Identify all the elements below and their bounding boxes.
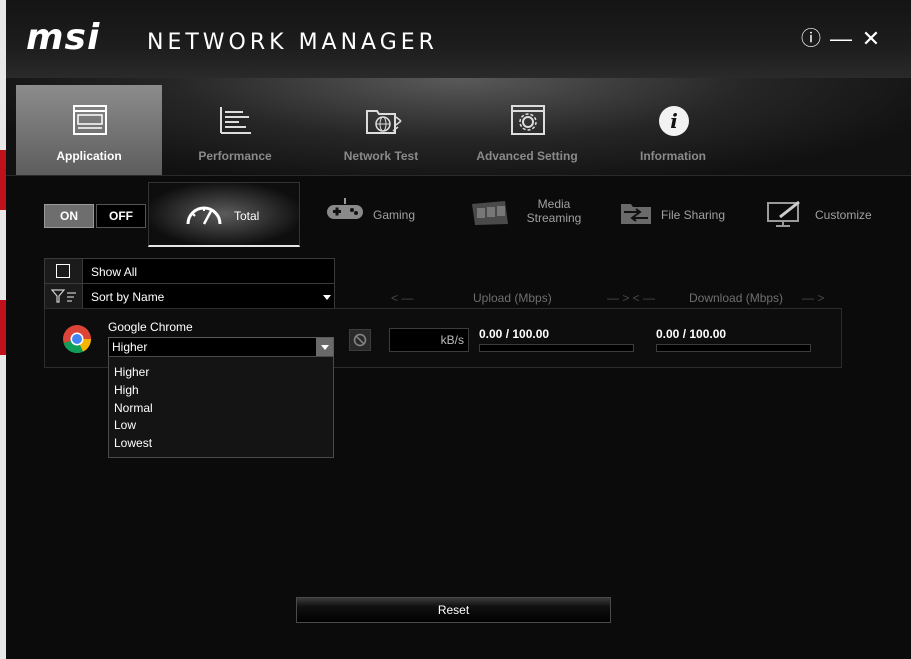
advanced-gear-window-icon <box>511 105 545 135</box>
filter-panel: Show All Sort by Name <box>44 258 335 310</box>
chevron-down-icon <box>323 295 331 300</box>
upload-bar <box>479 344 634 352</box>
mode-customize[interactable]: Customize <box>766 182 906 244</box>
application-window-icon <box>73 105 107 135</box>
mode-total[interactable]: Total <box>148 182 300 247</box>
filter-sort-icon <box>51 289 76 303</box>
mode-file-sharing[interactable]: File Sharing <box>616 182 746 244</box>
sort-dropdown[interactable]: Sort by Name <box>91 290 331 304</box>
mode-label: Customize <box>815 208 872 222</box>
mode-label: File Sharing <box>661 208 726 222</box>
block-icon <box>353 333 367 347</box>
download-value: 0.00 / 100.00 <box>656 327 727 341</box>
mode-label: Gaming <box>373 208 416 222</box>
divider <box>45 283 334 284</box>
tab-network-test[interactable]: Network Test <box>308 85 454 175</box>
app-window: msi NETWORK MANAGER ⓘ — ✕ Application Pe… <box>6 0 911 659</box>
bandwidth-input[interactable]: kB/s <box>389 328 469 352</box>
priority-option-higher[interactable]: Higher <box>114 365 149 379</box>
upload-prev-arrow[interactable]: < — <box>391 291 413 305</box>
reset-button[interactable]: Reset <box>296 597 611 623</box>
priority-option-high[interactable]: High <box>114 383 139 397</box>
block-button[interactable] <box>349 329 371 351</box>
mode-label: Media Streaming <box>526 197 582 225</box>
svg-text:i: i <box>670 109 678 133</box>
download-column-header: Download (Mbps) <box>689 291 784 305</box>
mode-media-streaming[interactable]: Media Streaming <box>469 182 589 244</box>
tab-performance[interactable]: Performance <box>162 85 308 175</box>
gamepad-icon <box>327 198 363 219</box>
title-bar: msi NETWORK MANAGER ⓘ — ✕ <box>6 0 911 78</box>
close-button[interactable]: ✕ <box>860 28 882 50</box>
priority-option-normal[interactable]: Normal <box>114 401 153 415</box>
upload-value: 0.00 / 100.00 <box>479 327 550 341</box>
tab-label: Application <box>56 149 122 163</box>
tab-information[interactable]: i Information <box>600 85 746 175</box>
main-tabs: Application Performance Network Test Adv… <box>6 78 911 175</box>
unit-label: kB/s <box>440 333 464 347</box>
divider <box>6 175 911 176</box>
tab-application[interactable]: Application <box>16 85 162 175</box>
network-test-globe-icon <box>366 110 402 134</box>
info-circle-icon: i <box>659 106 689 136</box>
priority-select[interactable]: Higher <box>108 337 334 357</box>
chrome-icon <box>63 325 91 353</box>
priority-dropdown-list: Higher High Normal Low Lowest <box>108 356 334 458</box>
sort-icon-cell <box>45 284 83 308</box>
on-toggle-button[interactable]: ON <box>44 204 94 228</box>
mode-gaming[interactable]: Gaming <box>324 182 434 244</box>
tab-label: Information <box>640 149 706 163</box>
tab-label: Advanced Setting <box>476 149 578 163</box>
show-all-checkbox-cell <box>45 259 83 284</box>
product-title: NETWORK MANAGER <box>147 30 438 55</box>
chevron-down-icon <box>316 338 333 356</box>
tab-advanced-setting[interactable]: Advanced Setting <box>454 85 600 175</box>
off-toggle-button[interactable]: OFF <box>96 204 146 228</box>
app-name: Google Chrome <box>108 320 193 334</box>
film-strip-icon <box>472 201 508 225</box>
download-bar <box>656 344 811 352</box>
download-next-arrow[interactable]: — > <box>802 291 824 305</box>
msi-logo: msi <box>26 17 101 58</box>
tab-label: Network Test <box>343 149 419 163</box>
priority-option-lowest[interactable]: Lowest <box>114 436 152 450</box>
show-all-label[interactable]: Show All <box>91 265 137 279</box>
tab-label: Performance <box>198 149 272 163</box>
show-all-checkbox[interactable] <box>56 264 70 278</box>
info-button[interactable]: ⓘ <box>800 28 822 50</box>
minimize-button[interactable]: — <box>830 28 852 50</box>
customize-monitor-icon <box>767 200 800 227</box>
priority-option-low[interactable]: Low <box>114 418 136 432</box>
performance-list-icon <box>220 107 251 134</box>
speedometer-icon <box>186 206 222 225</box>
upload-column-header: Upload (Mbps) <box>473 291 552 305</box>
priority-value: Higher <box>112 340 148 354</box>
file-sharing-icon <box>621 204 651 224</box>
mode-label: Total <box>234 209 260 223</box>
sort-label: Sort by Name <box>91 290 165 304</box>
column-nav-arrows[interactable]: — > < — <box>607 291 655 305</box>
